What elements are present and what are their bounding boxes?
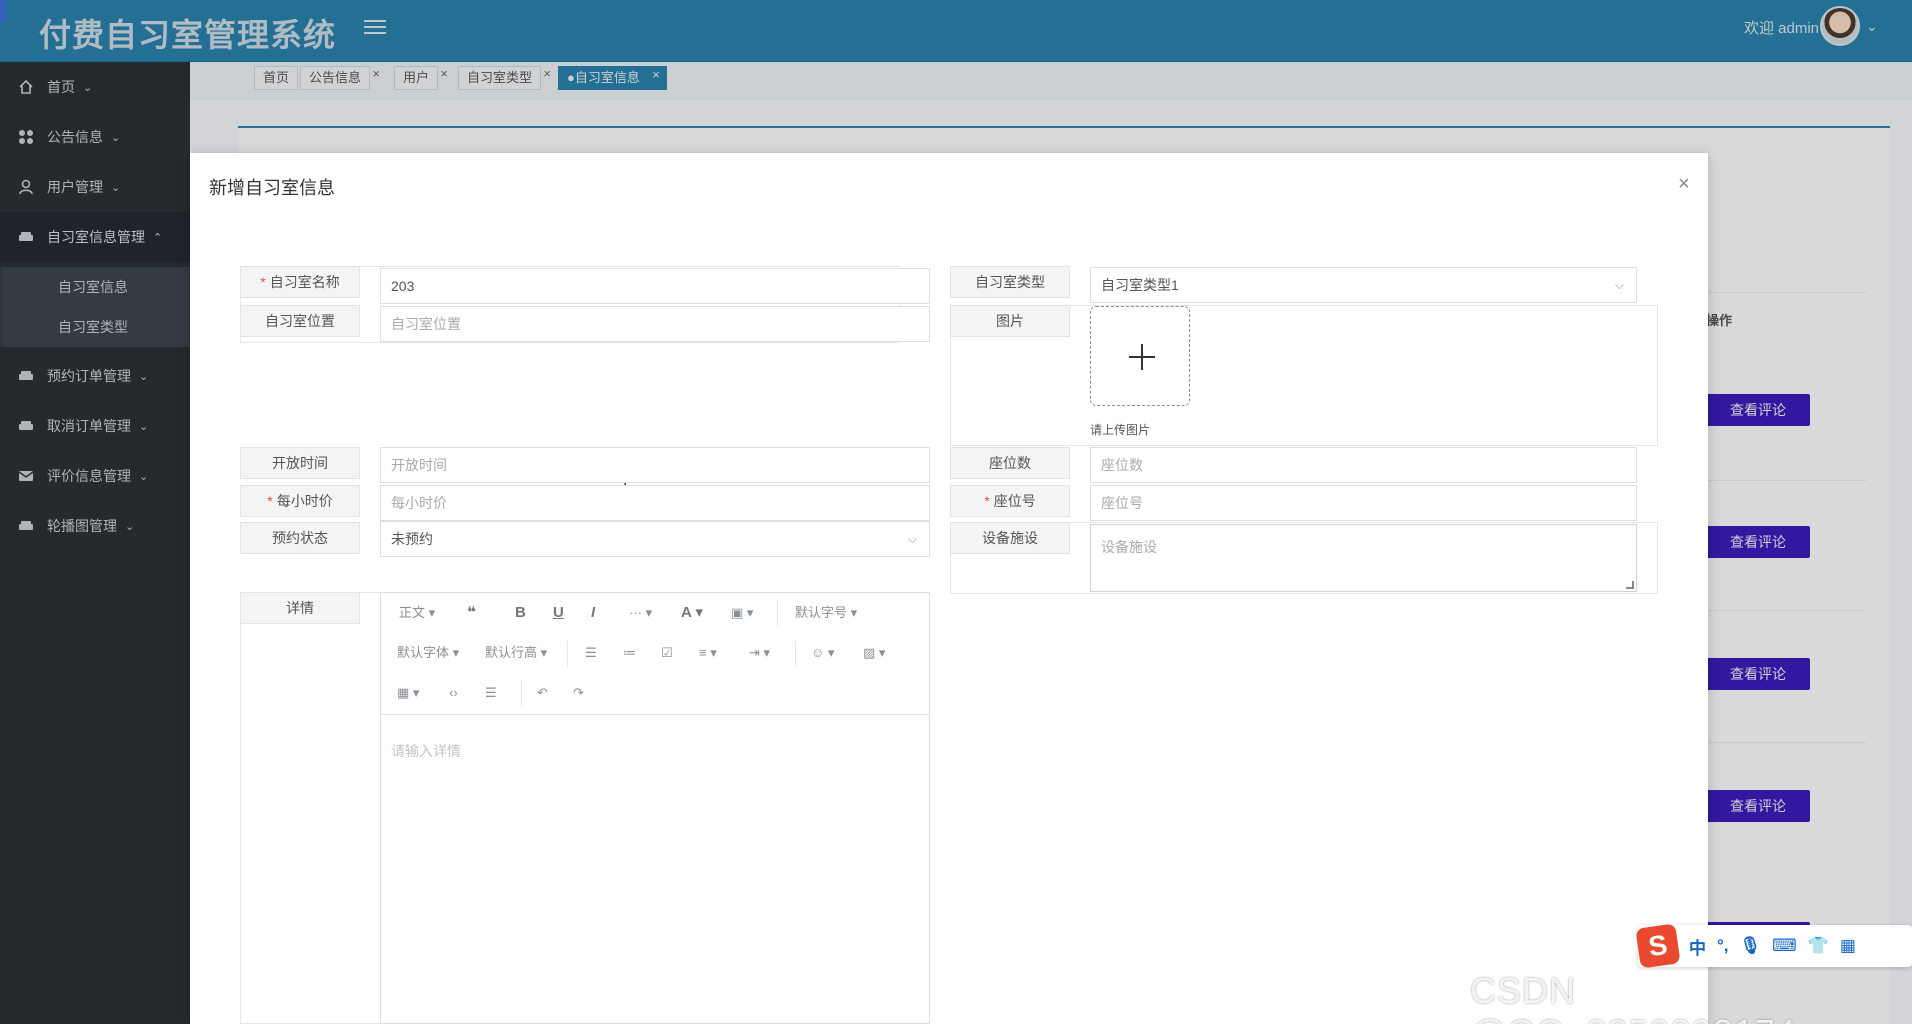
font-size-select[interactable]: 默认字号 ▾ [795,601,857,625]
chevron-down-icon: ⌵ [907,532,917,546]
bold-icon[interactable]: B [515,601,526,625]
punctuation-icon[interactable]: °, [1717,936,1729,956]
detail-label: 详情 [240,592,360,624]
image-icon[interactable]: ▨ ▾ [863,641,885,665]
sogou-logo-icon: S [1635,923,1681,969]
ime-mode-indicator[interactable]: 中 [1689,934,1706,959]
price-input[interactable]: 每小时价 [380,485,930,521]
quote-icon[interactable]: ❝ [467,601,476,625]
location-label: 自习室位置 [240,305,360,337]
undo-icon[interactable]: ↶ [537,681,548,705]
redo-icon[interactable]: ↷ [573,681,584,705]
font-family-select[interactable]: 默认字体 ▾ [397,641,459,665]
open-time-input[interactable]: 开放时间 [380,447,930,483]
background-color-icon[interactable]: ▣ ▾ [731,601,753,625]
font-color-icon[interactable]: A ▾ [681,601,703,625]
divider-icon[interactable]: ☰ [485,681,497,705]
status-label: 预约状态 [240,522,360,554]
watermark: CSDN @QQ_3359892174 [1470,970,1796,1024]
seat-count-label: 座位数 [950,447,1070,479]
indent-icon[interactable]: ⇥ ▾ [749,641,770,665]
open-time-label: 开放时间 [240,447,360,479]
microphone-icon[interactable]: 🎙 [1740,936,1762,956]
room-name-input[interactable]: 203 [380,268,930,304]
dialog-title: 新增自习室信息 [209,178,335,198]
ime-toolbar[interactable]: S 中 °, 🎙 ⌨ 👕 ▦ [1635,923,1912,969]
room-type-select[interactable]: 自习室类型1 ⌵ [1090,267,1637,303]
facilities-textarea[interactable]: 设备施设 [1090,524,1637,592]
seat-count-input[interactable]: 座位数 [1090,447,1637,483]
apps-icon[interactable]: ▦ [1840,936,1856,956]
skin-icon[interactable]: 👕 [1808,936,1829,956]
italic-icon[interactable]: I [591,601,595,625]
emoji-icon[interactable]: ☺ ▾ [811,641,834,665]
seat-no-label: * 座位号 [950,485,1070,517]
more-icon[interactable]: ··· ▾ [629,601,652,625]
image-upload[interactable] [1090,306,1190,406]
code-icon[interactable]: ‹› [449,681,458,705]
chevron-down-icon: ⌵ [1614,278,1624,292]
type-label: 自习室类型 [950,266,1070,298]
upload-tip: 请上传图片 [1090,423,1151,437]
align-icon[interactable]: ≡ ▾ [699,641,717,665]
add-room-dialog: 新增自习室信息 × *自习室名称 203 自习室位置 自习室位置 I 开放时间 … [190,153,1708,1024]
line-height-select[interactable]: 默认行高 ▾ [485,641,547,665]
numbered-list-icon[interactable]: ≔ [623,641,636,665]
room-location-input[interactable]: 自习室位置 [380,306,930,342]
editor-toolbar: 正文 ▾ ❝ B U I ··· ▾ A ▾ ▣ ▾ 默认字号 ▾ 默认字体 ▾… [381,593,929,715]
keyboard-icon[interactable]: ⌨ [1772,936,1797,956]
resize-handle-icon[interactable] [1626,581,1634,589]
image-label: 图片 [950,305,1070,337]
seat-no-input[interactable]: 座位号 [1090,485,1637,521]
close-icon[interactable]: × [1678,173,1690,196]
status-select[interactable]: 未预约 ⌵ [380,521,930,557]
table-icon[interactable]: ▦ ▾ [397,681,419,705]
paragraph-select[interactable]: 正文 ▾ [399,601,435,625]
bullet-list-icon[interactable]: ☰ [585,641,597,665]
todo-icon[interactable]: ☑ [661,641,673,665]
facilities-label: 设备施设 [950,522,1070,554]
name-label: * 自习室名称 [240,266,360,298]
editor-content[interactable]: 请输入详情 [391,741,461,761]
rich-text-editor: 正文 ▾ ❝ B U I ··· ▾ A ▾ ▣ ▾ 默认字号 ▾ 默认字体 ▾… [380,592,930,1024]
price-label: * 每小时价 [240,485,360,517]
underline-icon[interactable]: U [553,601,564,625]
